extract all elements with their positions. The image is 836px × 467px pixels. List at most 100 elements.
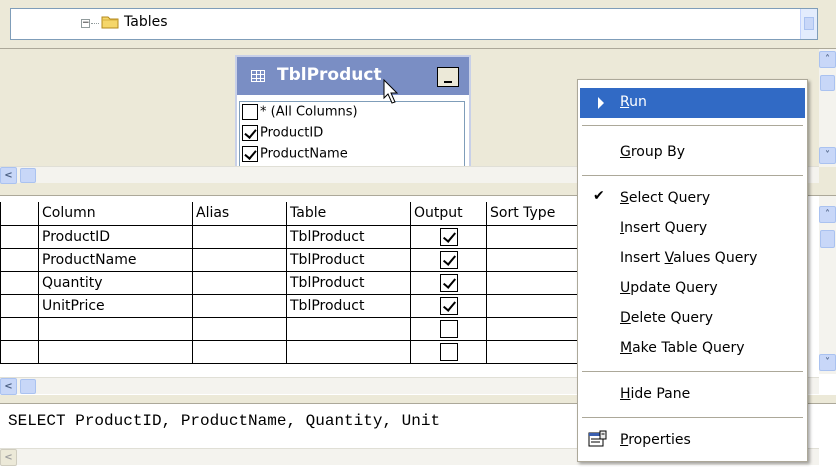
menu-item-delete-query[interactable]: Delete Query (580, 304, 805, 334)
criteria-grid: Column Alias Table Output Sort Type Prod… (0, 202, 597, 364)
cell-table[interactable] (286, 339, 411, 364)
menu-item-select-query[interactable]: ✔ Select Query (580, 184, 805, 214)
tree-view[interactable]: − Tables (10, 8, 818, 40)
grid-hscroll-thumb[interactable] (20, 379, 36, 394)
cell-output[interactable] (410, 270, 487, 295)
row-selector[interactable] (0, 224, 39, 249)
menu-item-label: Insert Query (620, 220, 708, 236)
row-selector[interactable] (0, 293, 39, 318)
cell-column[interactable]: UnitPrice (38, 293, 193, 318)
column-checkbox-all[interactable] (242, 104, 258, 120)
column-checkbox-productid[interactable] (242, 125, 258, 141)
output-checkbox[interactable] (439, 227, 458, 246)
cell-column[interactable]: Quantity (38, 270, 193, 295)
scroll-down-icon[interactable]: ˅ (819, 354, 836, 371)
grid-row[interactable]: ProductName TblProduct (0, 247, 597, 272)
sql-text[interactable]: SELECT ProductID, ProductName, Quantity,… (8, 412, 440, 430)
cell-column[interactable] (38, 339, 193, 364)
tree-connector (91, 23, 99, 24)
scroll-left-icon[interactable]: < (0, 167, 17, 184)
table-window-tblproduct[interactable]: TblProduct * (All Columns) ProductID Pro… (235, 55, 471, 173)
tree-pane: − Tables (0, 0, 836, 46)
grid-vscroll-thumb[interactable] (820, 230, 835, 248)
grid-row[interactable] (0, 339, 597, 364)
diagram-vscroll-thumb[interactable] (820, 75, 835, 91)
table-column-list: * (All Columns) ProductID ProductName (239, 101, 465, 171)
cell-alias[interactable] (192, 339, 287, 364)
cell-column[interactable] (38, 316, 193, 341)
scroll-left-icon[interactable]: < (0, 449, 17, 466)
diagram-vertical-scrollbar[interactable]: ˄ ˅ (819, 49, 836, 167)
cell-output[interactable] (410, 224, 487, 249)
cell-alias[interactable] (192, 293, 287, 318)
menu-item-label: Delete Query (620, 310, 713, 326)
scroll-up-icon[interactable]: ˄ (819, 206, 836, 223)
diagram-hscroll-thumb[interactable] (20, 168, 36, 183)
menu-item-update-query[interactable]: Update Query (580, 274, 805, 304)
grid-header-row: Column Alias Table Output Sort Type (0, 202, 597, 226)
mouse-cursor-icon (383, 79, 399, 104)
menu-item-properties[interactable]: Properties (580, 426, 805, 456)
menu-item-group-by[interactable]: Group By (580, 138, 805, 168)
tree-node-tables[interactable]: Tables (124, 14, 168, 30)
output-checkbox[interactable] (439, 273, 458, 292)
row-selector[interactable] (0, 270, 39, 295)
output-checkbox[interactable] (439, 296, 458, 315)
tree-scroll-grip[interactable] (804, 17, 814, 30)
header-alias[interactable]: Alias (192, 202, 287, 226)
scroll-left-icon[interactable]: < (0, 378, 17, 395)
menu-item-insert-values-query[interactable]: Insert Values Query (580, 244, 805, 274)
column-label: * (All Columns) (260, 104, 358, 120)
grid-row[interactable]: Quantity TblProduct (0, 270, 597, 295)
header-table[interactable]: Table (286, 202, 411, 226)
cell-output[interactable] (410, 339, 487, 364)
cell-table[interactable] (286, 316, 411, 341)
menu-item-label: Update Query (620, 280, 718, 296)
cell-column[interactable]: ProductName (38, 247, 193, 272)
menu-item-make-table-query[interactable]: Make Table Query (580, 334, 805, 364)
minimize-button[interactable] (437, 67, 459, 87)
table-title-bar[interactable]: TblProduct (237, 57, 469, 95)
grid-row[interactable] (0, 316, 597, 341)
cell-table[interactable]: TblProduct (286, 293, 411, 318)
output-checkbox[interactable] (439, 342, 458, 361)
folder-icon (101, 16, 119, 29)
grid-row[interactable]: UnitPrice TblProduct (0, 293, 597, 318)
column-label: ProductName (260, 146, 348, 162)
header-column[interactable]: Column (38, 202, 193, 226)
menu-separator (582, 371, 803, 372)
grid-row[interactable]: ProductID TblProduct (0, 224, 597, 249)
cell-table[interactable]: TblProduct (286, 247, 411, 272)
row-selector[interactable] (0, 339, 39, 364)
cell-output[interactable] (410, 293, 487, 318)
cell-output[interactable] (410, 316, 487, 341)
output-checkbox[interactable] (439, 250, 458, 269)
scroll-up-icon[interactable]: ˄ (819, 51, 836, 68)
tree-scrollbar[interactable] (800, 9, 817, 39)
cell-alias[interactable] (192, 270, 287, 295)
cell-table[interactable]: TblProduct (286, 270, 411, 295)
scroll-down-icon[interactable]: ˅ (819, 147, 836, 164)
row-selector[interactable] (0, 316, 39, 341)
cell-alias[interactable] (192, 247, 287, 272)
column-item-productid[interactable]: ProductID (242, 125, 323, 145)
tree-collapse-toggle[interactable]: − (81, 19, 90, 28)
menu-separator (582, 175, 803, 176)
row-selector-header (0, 202, 39, 226)
column-item-all[interactable]: * (All Columns) (242, 104, 358, 124)
grid-vertical-scrollbar[interactable]: ˄ ˅ (819, 196, 836, 374)
context-menu: Run Group By ✔ Select Query Insert Query… (577, 79, 808, 462)
menu-item-insert-query[interactable]: Insert Query (580, 214, 805, 244)
row-selector[interactable] (0, 247, 39, 272)
cell-column[interactable]: ProductID (38, 224, 193, 249)
column-checkbox-productname[interactable] (242, 146, 258, 162)
menu-item-run[interactable]: Run (580, 88, 805, 118)
cell-alias[interactable] (192, 316, 287, 341)
cell-table[interactable]: TblProduct (286, 224, 411, 249)
header-output[interactable]: Output (410, 202, 487, 226)
menu-item-hide-pane[interactable]: Hide Pane (580, 380, 805, 410)
cell-output[interactable] (410, 247, 487, 272)
output-checkbox[interactable] (439, 319, 458, 338)
column-item-productname[interactable]: ProductName (242, 146, 348, 166)
cell-alias[interactable] (192, 224, 287, 249)
